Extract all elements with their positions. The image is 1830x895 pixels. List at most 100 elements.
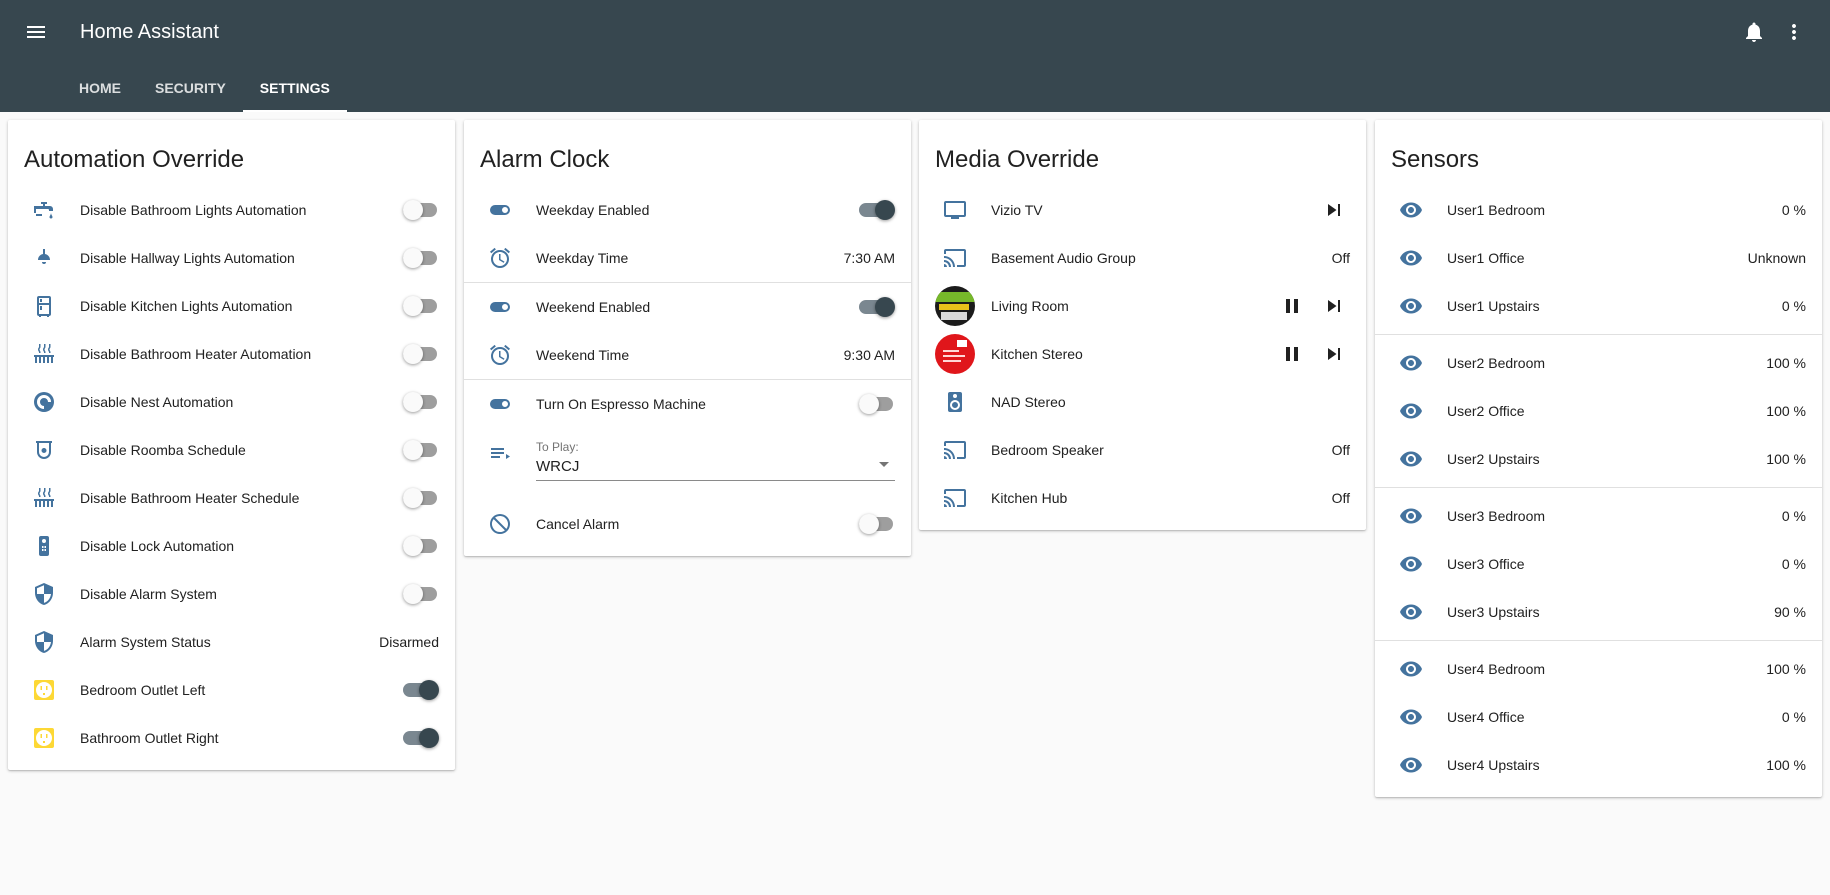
ceiling-light-icon bbox=[24, 238, 64, 278]
entity-label: Bathroom Outlet Right bbox=[80, 730, 219, 746]
weekend-time-value[interactable]: 9:30 AM bbox=[844, 347, 895, 363]
sensor-row[interactable]: User4 Bedroom 100 % bbox=[1375, 645, 1822, 693]
toggle-switch[interactable] bbox=[403, 248, 439, 268]
media-row[interactable]: Kitchen Hub Off bbox=[919, 474, 1366, 522]
app-header: Home Assistant HOME SECURITY SETTINGS bbox=[0, 0, 1830, 112]
security-shield-icon bbox=[24, 574, 64, 614]
entity-label: NAD Stereo bbox=[991, 394, 1066, 410]
tab-settings[interactable]: SETTINGS bbox=[242, 64, 347, 112]
sensor-row[interactable]: User2 Upstairs 100 % bbox=[1375, 435, 1822, 483]
entity-label: Weekend Enabled bbox=[536, 299, 651, 315]
view-tabs: HOME SECURITY SETTINGS bbox=[62, 64, 347, 112]
toggle-switch[interactable] bbox=[403, 200, 439, 220]
eye-icon bbox=[1391, 592, 1431, 632]
pause-icon[interactable] bbox=[1276, 338, 1308, 370]
eye-icon bbox=[1391, 190, 1431, 230]
media-state: Off bbox=[1331, 490, 1350, 506]
media-row[interactable]: Bedroom Speaker Off bbox=[919, 426, 1366, 474]
toggle-switch[interactable] bbox=[403, 728, 439, 748]
skip-next-icon[interactable] bbox=[1318, 194, 1350, 226]
cast-icon bbox=[935, 430, 975, 470]
cast-icon bbox=[935, 238, 975, 278]
sensor-row[interactable]: User4 Upstairs 100 % bbox=[1375, 741, 1822, 789]
eye-icon bbox=[1391, 649, 1431, 689]
toggle-switch[interactable] bbox=[403, 536, 439, 556]
toggle-switch[interactable] bbox=[403, 296, 439, 316]
toggle-switch[interactable] bbox=[403, 488, 439, 508]
tab-home[interactable]: HOME bbox=[62, 64, 138, 112]
remote-icon bbox=[24, 526, 64, 566]
media-row[interactable]: Vizio TV bbox=[919, 186, 1366, 234]
entity-row: Disable Bathroom Heater Automation bbox=[8, 330, 455, 378]
media-row[interactable]: Kitchen Stereo bbox=[919, 330, 1366, 378]
sensor-row[interactable]: User2 Bedroom 100 % bbox=[1375, 339, 1822, 387]
entity-label: Disable Bathroom Heater Schedule bbox=[80, 490, 300, 506]
media-row[interactable]: NAD Stereo bbox=[919, 378, 1366, 426]
sensor-row[interactable]: User1 Bedroom 0 % bbox=[1375, 186, 1822, 234]
faucet-icon bbox=[24, 190, 64, 230]
card-title: Media Override bbox=[935, 146, 1100, 173]
eye-icon bbox=[1391, 544, 1431, 584]
sensor-label: User3 Office bbox=[1447, 556, 1525, 572]
sensor-row[interactable]: User3 Office 0 % bbox=[1375, 540, 1822, 588]
entity-label: Alarm System Status bbox=[80, 634, 211, 650]
to-play-select[interactable]: To Play: WRCJ bbox=[536, 434, 895, 481]
notification-bell-icon[interactable] bbox=[1742, 20, 1766, 44]
toggle-switch-icon bbox=[480, 190, 520, 230]
sensor-label: User1 Office bbox=[1447, 250, 1525, 266]
sensor-row[interactable]: User3 Bedroom 0 % bbox=[1375, 492, 1822, 540]
eye-icon bbox=[1391, 439, 1431, 479]
toggle-switch[interactable] bbox=[403, 344, 439, 364]
speaker-icon bbox=[935, 382, 975, 422]
sensor-value: 0 % bbox=[1781, 556, 1806, 572]
entity-label: Kitchen Stereo bbox=[991, 346, 1083, 362]
toggle-switch[interactable] bbox=[859, 514, 895, 534]
entity-label: Vizio TV bbox=[991, 202, 1043, 218]
tab-security[interactable]: SECURITY bbox=[138, 64, 243, 112]
toggle-switch[interactable] bbox=[403, 392, 439, 412]
media-row[interactable]: Living Room bbox=[919, 282, 1366, 330]
sensor-row[interactable]: User3 Upstairs 90 % bbox=[1375, 588, 1822, 636]
entity-label: Kitchen Hub bbox=[991, 490, 1068, 506]
eye-icon bbox=[1391, 286, 1431, 326]
toggle-switch[interactable] bbox=[403, 680, 439, 700]
weekend-enabled-row: Weekend Enabled bbox=[464, 283, 911, 331]
card-title: Automation Override bbox=[24, 146, 245, 173]
entity-row: Disable Kitchen Lights Automation bbox=[8, 282, 455, 330]
skip-next-icon[interactable] bbox=[1318, 290, 1350, 322]
divider bbox=[1375, 640, 1822, 641]
toggle-switch[interactable] bbox=[403, 440, 439, 460]
sensor-label: User3 Upstairs bbox=[1447, 604, 1540, 620]
media-row[interactable]: Basement Audio Group Off bbox=[919, 234, 1366, 282]
sensor-value: 100 % bbox=[1766, 355, 1806, 371]
toggle-switch[interactable] bbox=[403, 584, 439, 604]
entity-row: Disable Nest Automation bbox=[8, 378, 455, 426]
entity-label: Basement Audio Group bbox=[991, 250, 1136, 266]
entity-label: Weekday Time bbox=[536, 250, 629, 266]
sensor-row[interactable]: User2 Office 100 % bbox=[1375, 387, 1822, 435]
select-value: WRCJ bbox=[536, 458, 580, 475]
toggle-switch[interactable] bbox=[859, 200, 895, 220]
entity-label: Disable Lock Automation bbox=[80, 538, 235, 554]
cancel-alarm-row: Cancel Alarm bbox=[464, 500, 911, 548]
toggle-switch[interactable] bbox=[859, 394, 895, 414]
divider bbox=[1375, 334, 1822, 335]
sensor-row[interactable]: User1 Upstairs 0 % bbox=[1375, 282, 1822, 330]
weekday-time-value[interactable]: 7:30 AM bbox=[844, 250, 895, 266]
more-vert-icon[interactable] bbox=[1782, 20, 1806, 44]
fridge-icon bbox=[24, 286, 64, 326]
entity-label: Turn On Espresso Machine bbox=[536, 396, 706, 412]
sensor-value: 0 % bbox=[1781, 298, 1806, 314]
sensor-value: 100 % bbox=[1766, 403, 1806, 419]
entity-label: Disable Bathroom Lights Automation bbox=[80, 202, 307, 218]
pause-icon[interactable] bbox=[1276, 290, 1308, 322]
sensor-row[interactable]: User1 Office Unknown bbox=[1375, 234, 1822, 282]
menu-icon[interactable] bbox=[24, 20, 48, 44]
sensor-value: 100 % bbox=[1766, 661, 1806, 677]
sensor-row[interactable]: User4 Office 0 % bbox=[1375, 693, 1822, 741]
app-title: Home Assistant bbox=[80, 21, 219, 43]
skip-next-icon[interactable] bbox=[1318, 338, 1350, 370]
toggle-switch[interactable] bbox=[859, 297, 895, 317]
eye-icon bbox=[1391, 238, 1431, 278]
weekday-enabled-row: Weekday Enabled bbox=[464, 186, 911, 234]
